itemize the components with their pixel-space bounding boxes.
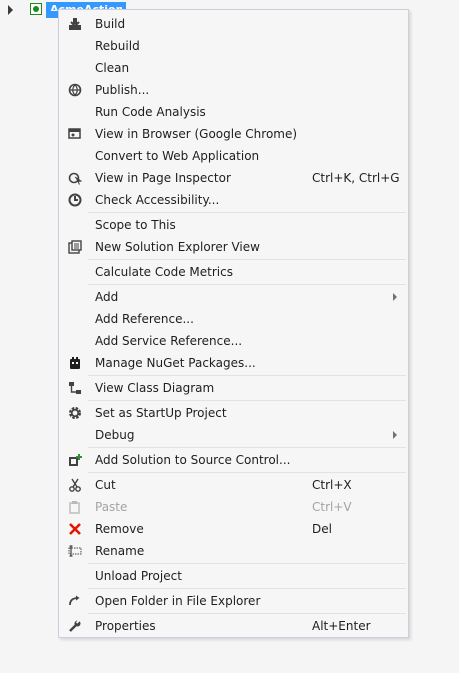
wrench-icon (67, 618, 83, 634)
remove-x-icon (67, 521, 83, 537)
menu-separator (88, 259, 406, 260)
menu-separator (88, 284, 406, 285)
menu-item-label: Debug (95, 428, 135, 442)
menu-item-label: Build (95, 17, 126, 31)
accessibility-icon (67, 192, 83, 208)
menu-item-label: Paste (95, 500, 128, 514)
menu-item-label: Clean (95, 61, 130, 75)
menu-separator (88, 613, 406, 614)
context-menu: Build Rebuild Clean Publish... Run Code … (58, 9, 409, 638)
submenu-arrow-icon (393, 431, 397, 439)
page-inspector-icon (67, 170, 83, 186)
source-control-add-icon (67, 452, 83, 468)
paste-icon (67, 499, 83, 515)
menu-item-shortcut: Ctrl+X (312, 478, 352, 492)
menu-item-paste[interactable]: Paste Ctrl+V (59, 496, 408, 518)
menu-item-label: Run Code Analysis (95, 105, 206, 119)
menu-item-label: Remove (95, 522, 144, 536)
menu-item-label: Calculate Code Metrics (95, 265, 233, 279)
menu-item-add-reference[interactable]: Add Reference... (59, 308, 408, 330)
solution-explorer-icon (67, 239, 83, 255)
menu-item-add[interactable]: Add (59, 286, 408, 308)
menu-item-shortcut: Ctrl+K, Ctrl+G (312, 171, 400, 185)
menu-item-shortcut: Alt+Enter (312, 619, 371, 633)
gear-icon (67, 405, 83, 421)
menu-item-add-service-reference[interactable]: Add Service Reference... (59, 330, 408, 352)
menu-item-convert-to-web-application[interactable]: Convert to Web Application (59, 145, 408, 167)
menu-item-calculate-code-metrics[interactable]: Calculate Code Metrics (59, 261, 408, 283)
menu-item-label: Add Solution to Source Control... (95, 453, 291, 467)
menu-separator (88, 472, 406, 473)
menu-item-add-solution-to-source-control[interactable]: Add Solution to Source Control... (59, 449, 408, 471)
menu-item-rebuild[interactable]: Rebuild (59, 35, 408, 57)
menu-item-manage-nuget-packages[interactable]: Manage NuGet Packages... (59, 352, 408, 374)
menu-separator (88, 375, 406, 376)
scissors-icon (67, 477, 83, 493)
menu-item-clean[interactable]: Clean (59, 57, 408, 79)
menu-item-label: New Solution Explorer View (95, 240, 260, 254)
menu-item-label: Rebuild (95, 39, 140, 53)
build-icon (67, 16, 83, 32)
menu-separator (88, 447, 406, 448)
menu-item-shortcut: Ctrl+V (312, 500, 352, 514)
menu-separator (88, 563, 406, 564)
menu-item-label: Unload Project (95, 569, 182, 583)
submenu-arrow-icon (393, 293, 397, 301)
menu-separator (88, 588, 406, 589)
menu-item-label: Add Reference... (95, 312, 194, 326)
menu-item-label: Open Folder in File Explorer (95, 594, 261, 608)
menu-item-publish[interactable]: Publish... (59, 79, 408, 101)
menu-item-remove[interactable]: Remove Del (59, 518, 408, 540)
browser-icon (67, 126, 83, 142)
menu-item-rename[interactable]: Rename (59, 540, 408, 562)
open-folder-arrow-icon (67, 593, 83, 609)
menu-item-debug[interactable]: Debug (59, 424, 408, 446)
menu-separator (88, 212, 406, 213)
rename-icon (67, 543, 83, 559)
menu-item-view-in-page-inspector[interactable]: View in Page Inspector Ctrl+K, Ctrl+G (59, 167, 408, 189)
menu-item-label: Cut (95, 478, 116, 492)
menu-item-properties[interactable]: Properties Alt+Enter (59, 615, 408, 637)
menu-item-scope-to-this[interactable]: Scope to This (59, 214, 408, 236)
menu-item-label: View in Page Inspector (95, 171, 231, 185)
publish-globe-icon (67, 82, 83, 98)
web-project-icon (30, 3, 42, 15)
menu-item-check-accessibility[interactable]: Check Accessibility... (59, 189, 408, 211)
menu-item-label: Convert to Web Application (95, 149, 260, 163)
menu-item-new-solution-explorer-view[interactable]: New Solution Explorer View (59, 236, 408, 258)
menu-separator (88, 400, 406, 401)
menu-item-cut[interactable]: Cut Ctrl+X (59, 474, 408, 496)
menu-item-view-in-browser[interactable]: View in Browser (Google Chrome) (59, 123, 408, 145)
class-diagram-icon (67, 380, 83, 396)
menu-item-label: Add (95, 290, 119, 304)
menu-item-label: Properties (95, 619, 156, 633)
menu-item-build[interactable]: Build (59, 13, 408, 35)
menu-item-unload-project[interactable]: Unload Project (59, 565, 408, 587)
menu-item-view-class-diagram[interactable]: View Class Diagram (59, 377, 408, 399)
menu-item-open-folder-in-file-explorer[interactable]: Open Folder in File Explorer (59, 590, 408, 612)
menu-item-label: Set as StartUp Project (95, 406, 227, 420)
menu-item-label: Add Service Reference... (95, 334, 243, 348)
nuget-icon (67, 355, 83, 371)
menu-item-label: Publish... (95, 83, 150, 97)
menu-item-set-as-startup-project[interactable]: Set as StartUp Project (59, 402, 408, 424)
expand-arrow-icon[interactable] (8, 5, 13, 15)
menu-item-label: View in Browser (Google Chrome) (95, 127, 298, 141)
menu-item-shortcut: Del (312, 522, 332, 536)
menu-item-label: View Class Diagram (95, 381, 215, 395)
menu-item-label: Rename (95, 544, 145, 558)
menu-item-label: Scope to This (95, 218, 176, 232)
menu-item-label: Check Accessibility... (95, 193, 220, 207)
menu-item-label: Manage NuGet Packages... (95, 356, 256, 370)
menu-item-run-code-analysis[interactable]: Run Code Analysis (59, 101, 408, 123)
